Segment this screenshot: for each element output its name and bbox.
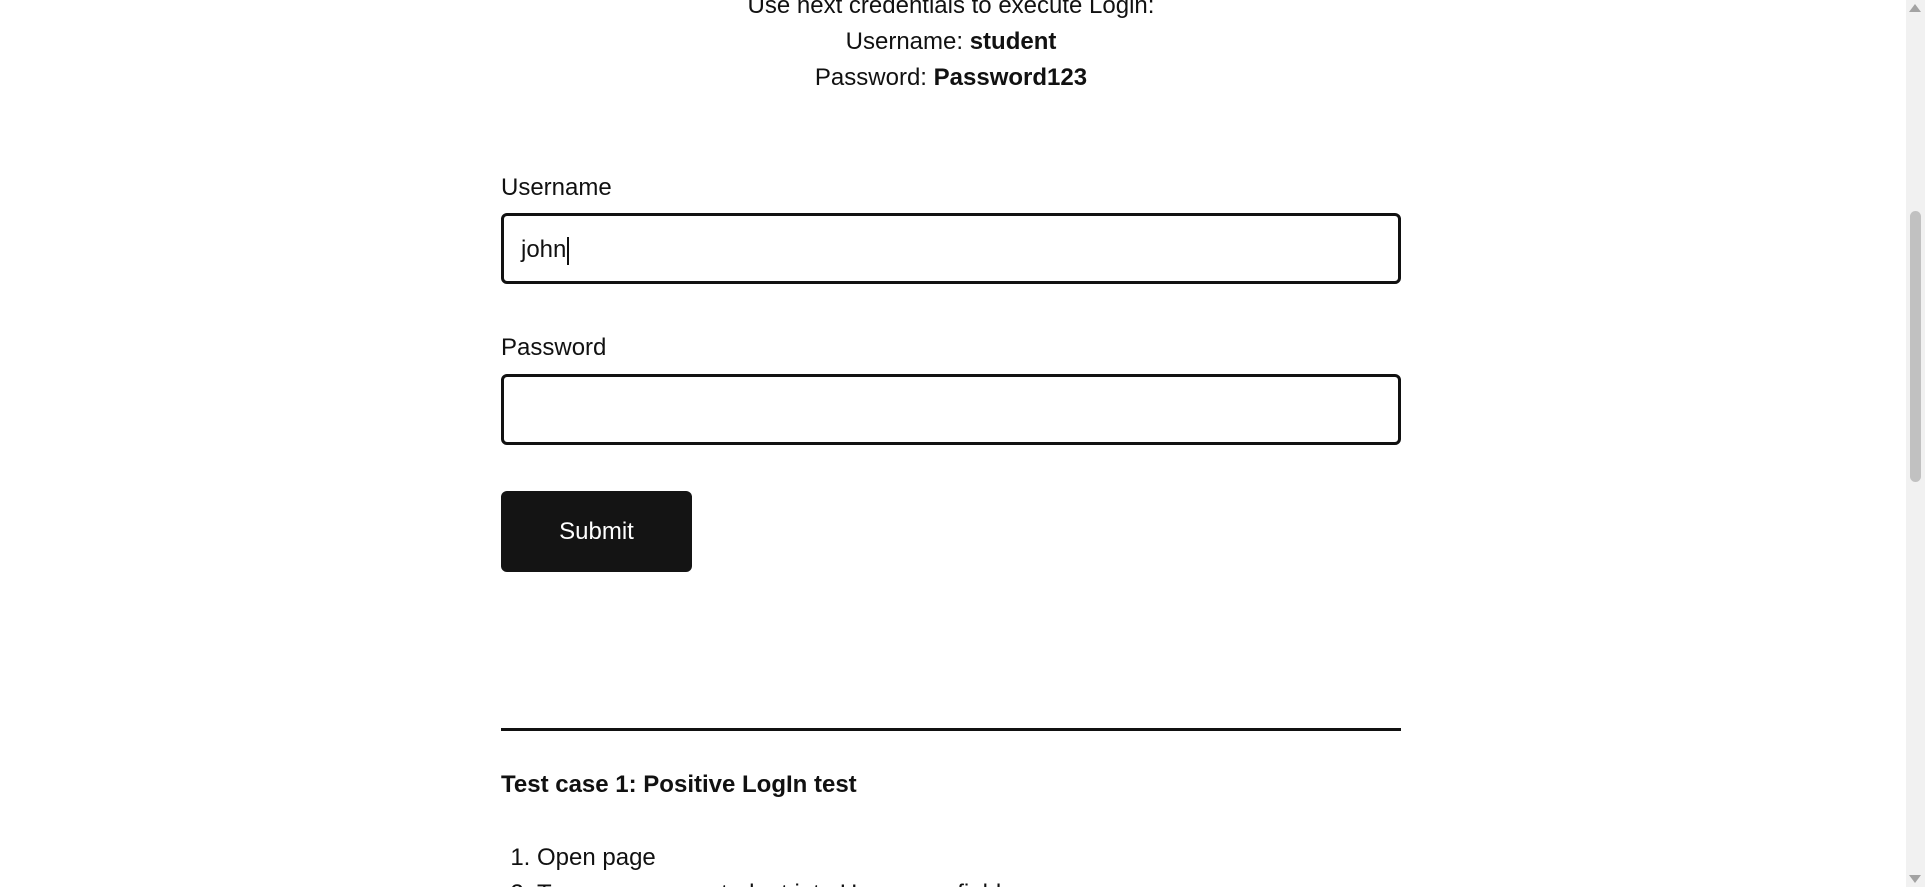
test-case-step: Type username student into Username fiel… — [537, 876, 1401, 887]
submit-button[interactable]: Submit — [501, 491, 692, 572]
text-caret — [567, 236, 570, 265]
password-label: Password — [501, 334, 607, 361]
test-case-title: Test case 1: Positive LogIn test — [501, 771, 857, 798]
content-viewport: Use next credentials to execute Login: U… — [0, 0, 1906, 887]
credentials-username-line: Username: student — [0, 24, 1902, 60]
test-case-step: Open page — [537, 840, 1401, 876]
credentials-password-value: Password123 — [933, 64, 1088, 91]
credentials-username-label: Username: — [845, 28, 964, 55]
password-input[interactable] — [501, 374, 1401, 445]
credentials-intro-text: Use next credentials to execute Login: — [747, 0, 1155, 19]
scroll-down-arrow-icon[interactable] — [1909, 875, 1921, 883]
credentials-password-line: Password: Password123 — [0, 60, 1902, 96]
scroll-up-arrow-icon[interactable] — [1909, 4, 1921, 12]
credentials-password-label: Password: — [814, 64, 927, 91]
username-input[interactable]: john — [501, 213, 1401, 284]
vertical-scrollbar[interactable] — [1906, 0, 1925, 887]
scrollbar-thumb[interactable] — [1910, 211, 1921, 482]
username-input-value: john — [521, 234, 570, 266]
section-divider — [501, 728, 1401, 731]
test-case-steps: Open page Type username student into Use… — [501, 840, 1401, 887]
page: Use next credentials to execute Login: U… — [0, 0, 1925, 887]
username-input-text: john — [521, 236, 567, 263]
username-label: Username — [501, 174, 612, 201]
credentials-username-value: student — [969, 28, 1057, 55]
